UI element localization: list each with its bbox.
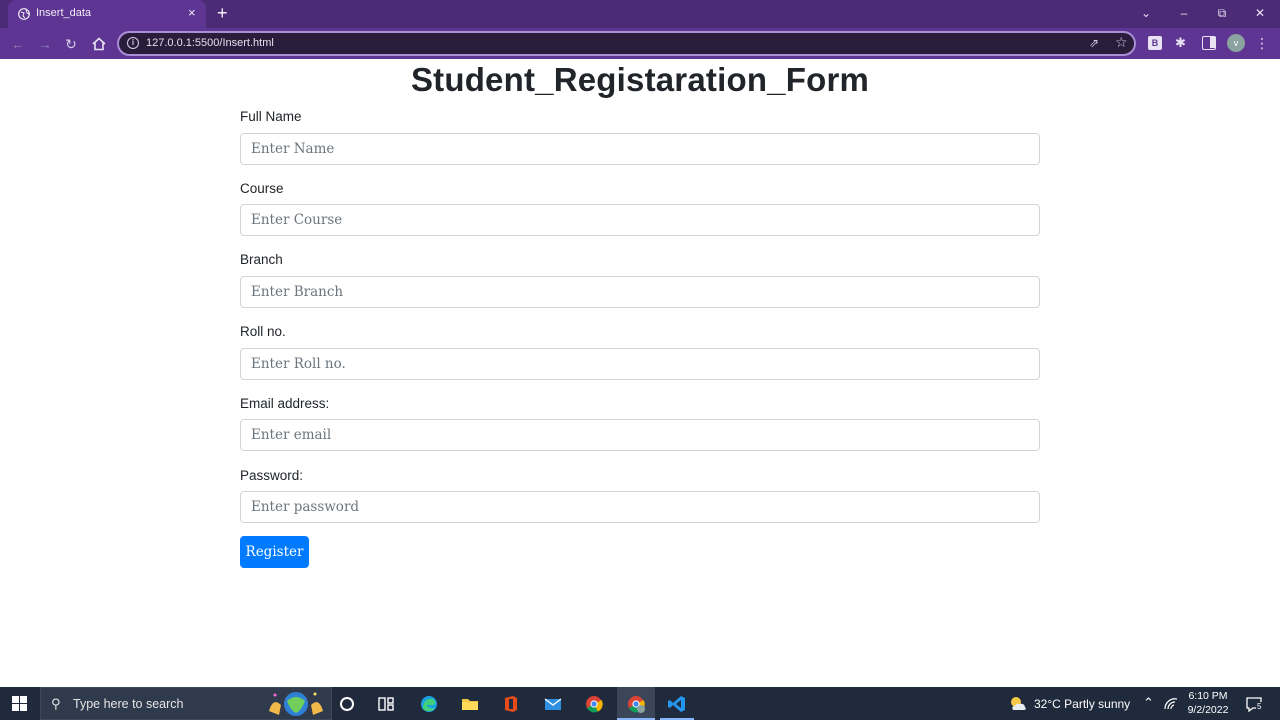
vscode-icon[interactable] <box>667 694 687 714</box>
email-field[interactable] <box>240 419 1040 451</box>
forward-icon[interactable]: → <box>37 36 53 52</box>
new-tab-button[interactable]: + <box>217 3 228 23</box>
search-highlight-icon <box>269 692 323 716</box>
password-field[interactable] <box>240 491 1040 523</box>
office-icon[interactable] <box>501 694 521 714</box>
chrome-icon[interactable] <box>584 694 604 714</box>
file-explorer-icon[interactable] <box>460 694 480 714</box>
reload-icon[interactable]: ↻ <box>63 36 79 52</box>
globe-icon <box>18 8 30 20</box>
search-placeholder: Type here to search <box>73 697 184 711</box>
address-bar[interactable]: i 127.0.0.1:5500/Insert.html ⇗ ☆ <box>117 31 1136 56</box>
password-label: Password: <box>240 468 304 483</box>
task-view-icon[interactable] <box>376 694 396 714</box>
browser-tabstrip: Insert_data × + ⌄ – ⧉ ✕ <box>0 0 1280 28</box>
avatar[interactable]: v <box>1227 34 1245 52</box>
notification-count: 5 <box>1256 702 1263 711</box>
restore-button[interactable]: ⧉ <box>1214 5 1230 21</box>
taskbar: ⚲ Type here to search 32°C Partly sunny … <box>0 687 1280 720</box>
tab-title: Insert_data <box>36 7 92 19</box>
network-icon[interactable] <box>1161 694 1181 714</box>
search-icon: ⚲ <box>51 696 61 711</box>
cortana-icon[interactable] <box>337 694 357 714</box>
mail-icon[interactable] <box>543 694 563 714</box>
chevron-up-icon[interactable]: ⌃ <box>1143 695 1154 711</box>
share-icon[interactable]: ⇗ <box>1089 36 1099 50</box>
course-input[interactable] <box>240 204 1040 236</box>
back-icon[interactable]: ← <box>10 36 26 52</box>
page-content: Student_Registaration_Form Full Name Cou… <box>0 59 1280 687</box>
edge-icon[interactable] <box>419 694 439 714</box>
roll-no-label: Roll no. <box>240 324 286 339</box>
full-name-label: Full Name <box>240 109 302 124</box>
windows-icon[interactable] <box>12 696 27 711</box>
close-icon[interactable]: × <box>188 5 196 21</box>
email-label: Email address: <box>240 396 330 411</box>
url-text[interactable]: 127.0.0.1:5500/Insert.html <box>146 37 274 49</box>
register-button[interactable]: Register <box>240 536 309 568</box>
browser-tab[interactable]: Insert_data × <box>8 0 206 28</box>
full-name-input[interactable] <box>240 133 1040 165</box>
branch-label: Branch <box>240 252 283 267</box>
weather-icon[interactable] <box>1008 694 1028 714</box>
puzzle-icon[interactable]: ✱ <box>1175 36 1189 50</box>
side-panel-icon[interactable] <box>1202 36 1216 50</box>
clock-date: 9/2/2022 <box>1187 704 1229 716</box>
taskbar-clock[interactable]: 6:10 PM 9/2/2022 <box>1180 689 1236 717</box>
weather-text[interactable]: 32°C Partly sunny <box>1034 697 1130 711</box>
chrome-profile-icon[interactable] <box>626 694 646 714</box>
page-title: Student_Registaration_Form <box>410 61 870 98</box>
home-icon[interactable] <box>91 36 107 52</box>
browser-toolbar: ← → ↻ i 127.0.0.1:5500/Insert.html ⇗ ☆ B… <box>0 28 1280 59</box>
window-close-button[interactable]: ✕ <box>1252 5 1268 21</box>
minimize-button[interactable]: – <box>1176 5 1192 21</box>
extension-b-icon[interactable]: B <box>1148 36 1162 50</box>
menu-icon[interactable]: ⋮ <box>1255 34 1269 52</box>
star-icon[interactable]: ☆ <box>1115 34 1128 51</box>
clock-time: 6:10 PM <box>1188 690 1228 702</box>
roll-no-input[interactable] <box>240 348 1040 380</box>
taskbar-search[interactable]: ⚲ Type here to search <box>40 687 332 720</box>
branch-input[interactable] <box>240 276 1040 308</box>
info-icon[interactable]: i <box>127 37 139 49</box>
course-label: Course <box>240 181 284 196</box>
tab-search-icon[interactable]: ⌄ <box>1138 5 1154 21</box>
